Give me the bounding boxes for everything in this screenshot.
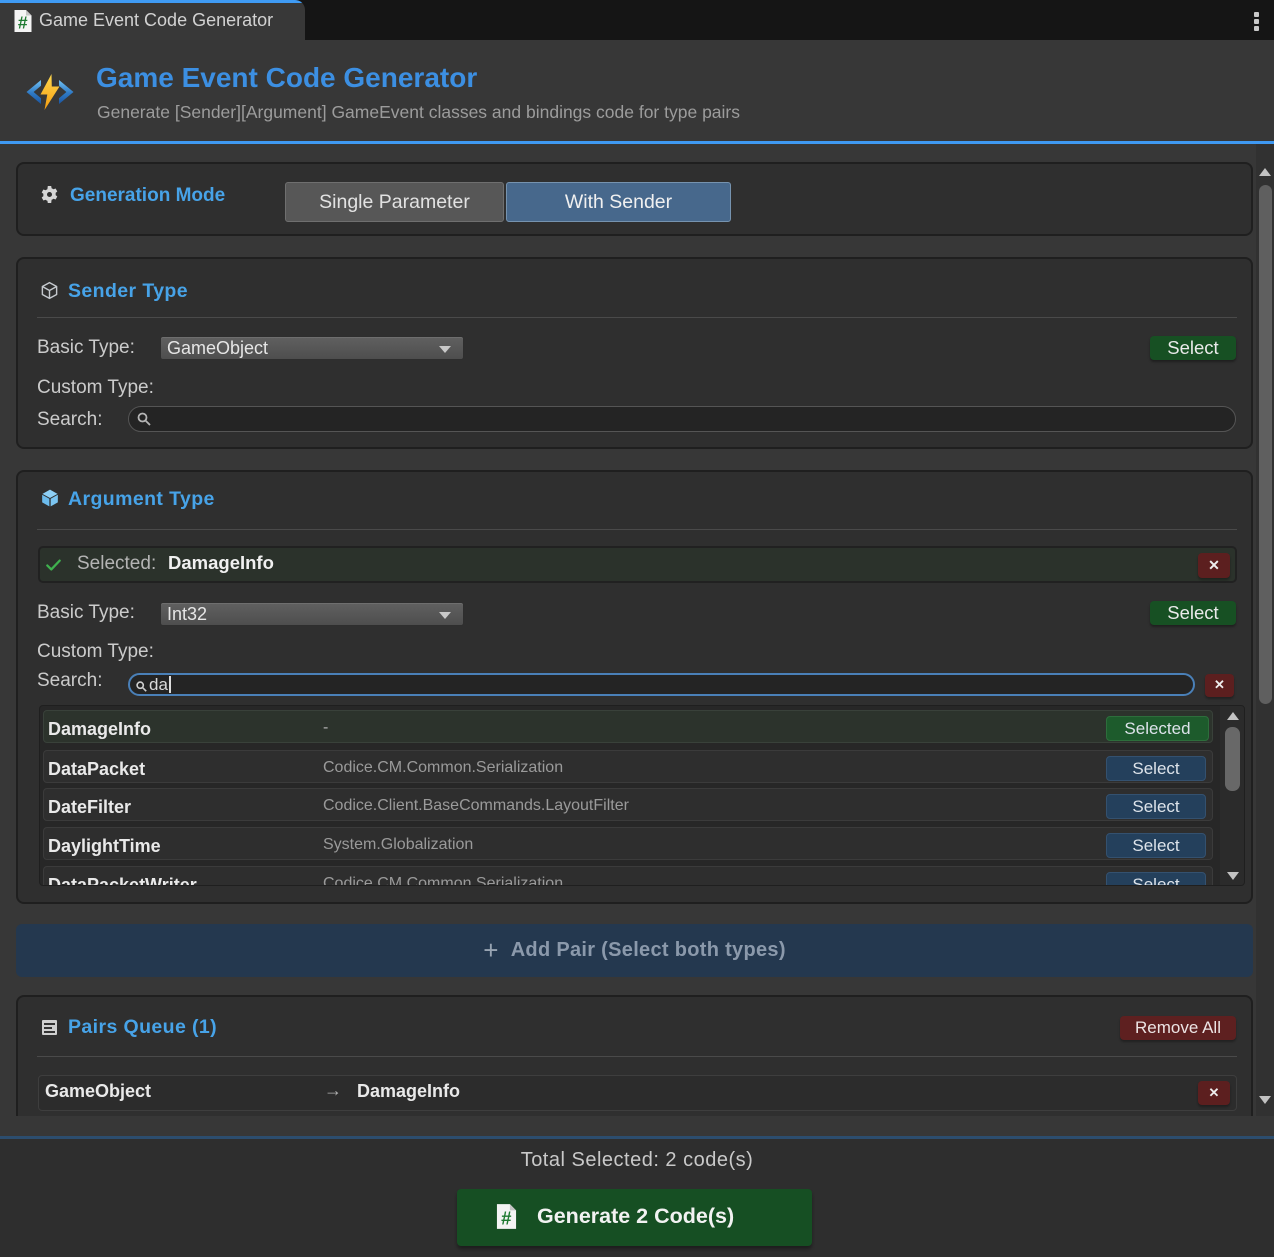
svg-text:#: # bbox=[18, 13, 28, 33]
svg-text:#: # bbox=[501, 1207, 512, 1228]
